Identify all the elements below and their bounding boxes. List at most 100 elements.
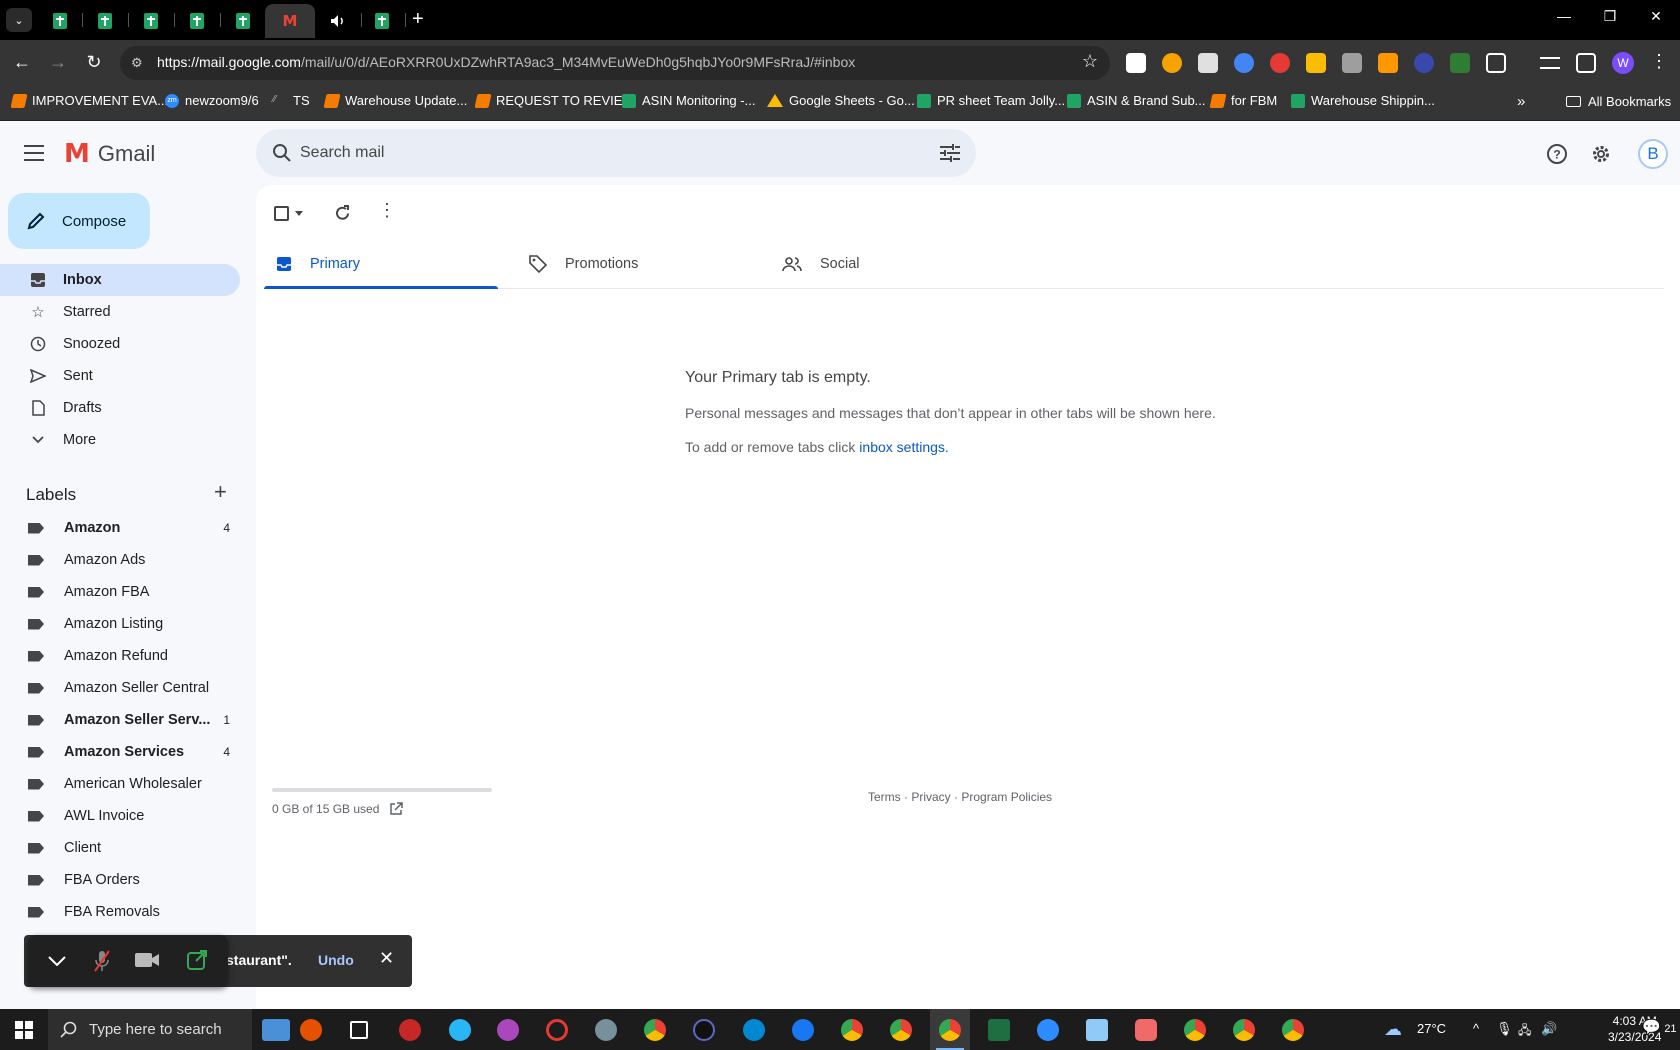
app-icon[interactable]	[399, 1019, 421, 1041]
external-link-icon[interactable]	[389, 802, 404, 816]
reload-button[interactable]: ↻	[82, 51, 106, 73]
app-icon[interactable]	[262, 1019, 290, 1041]
bookmarks-overflow-icon[interactable]: »	[1517, 93, 1525, 110]
mic-muted-icon[interactable]	[94, 949, 110, 973]
taskbar-search[interactable]: Type here to search	[48, 1009, 252, 1050]
extension-icon[interactable]	[1414, 53, 1434, 73]
label-item[interactable]: Amazon FBA	[0, 576, 240, 608]
app-icon[interactable]	[1086, 1019, 1108, 1041]
notification-center[interactable]: 💬 21	[1642, 1018, 1677, 1036]
task-view-icon[interactable]	[350, 1021, 368, 1039]
minimize-button[interactable]: —	[1544, 8, 1584, 24]
chrome-icon[interactable]	[1233, 1019, 1255, 1041]
opera-icon[interactable]	[546, 1019, 568, 1041]
browser-tab-active-gmail[interactable]: M	[265, 4, 315, 38]
side-panel-icon[interactable]	[1576, 53, 1596, 73]
label-item[interactable]: AWL Invoice	[0, 800, 240, 832]
all-bookmarks-button[interactable]: All Bookmarks	[1566, 94, 1671, 109]
undo-button[interactable]: Undo	[318, 952, 354, 968]
inbox-settings-link[interactable]: inbox settings.	[859, 439, 949, 455]
search-icon[interactable]	[270, 141, 294, 165]
settings-gear-icon[interactable]	[1590, 143, 1612, 165]
help-icon[interactable]: ?	[1546, 143, 1568, 165]
tab-promotions[interactable]: Promotions	[517, 239, 751, 289]
label-item[interactable]: Amazon 4	[0, 512, 240, 544]
extension-icon[interactable]	[1198, 53, 1218, 73]
nav-snoozed[interactable]: Snoozed	[0, 328, 240, 360]
qr-extension-icon[interactable]	[1126, 53, 1146, 73]
skype-icon[interactable]	[743, 1019, 765, 1041]
windows-start-icon[interactable]	[15, 1021, 33, 1039]
microphone-icon[interactable]: 🎙	[1496, 1021, 1513, 1037]
select-all-checkbox[interactable]	[274, 206, 303, 221]
chrome-icon[interactable]	[1184, 1019, 1206, 1041]
extension-icon[interactable]	[1162, 53, 1182, 73]
app-icon[interactable]	[1135, 1019, 1157, 1041]
main-menu-icon[interactable]	[24, 145, 44, 166]
bookmark-item[interactable]: ⁄⁄ TS	[273, 93, 310, 108]
bookmark-item[interactable]: zm newzoom9/6	[165, 93, 259, 108]
browser-tab[interactable]	[221, 4, 265, 38]
bookmark-item[interactable]: Google Sheets - Go...	[767, 93, 915, 108]
bookmark-item[interactable]: Warehouse Update...	[323, 93, 467, 108]
clock-app-icon[interactable]	[693, 1019, 715, 1041]
nav-starred[interactable]: ☆ Starred	[0, 296, 240, 328]
nav-more[interactable]: More	[0, 424, 240, 456]
extension-icon[interactable]	[1378, 53, 1398, 73]
browser-menu-icon[interactable]: ⋮	[1650, 51, 1668, 72]
browser-profile-avatar[interactable]: W	[1612, 52, 1634, 74]
label-item[interactable]: Amazon Seller Serv... 1	[0, 704, 240, 736]
label-item[interactable]: American Wholesaler	[0, 768, 240, 800]
extension-icon[interactable]	[1342, 53, 1362, 73]
url-text[interactable]: https://mail.google.com/mail/u/0/d/AEoRX…	[157, 54, 855, 70]
compose-button[interactable]: Compose	[8, 193, 150, 249]
nav-sent[interactable]: Sent	[0, 360, 240, 392]
share-screen-icon[interactable]	[186, 949, 208, 971]
chrome-icon[interactable]	[1282, 1019, 1304, 1041]
more-actions-icon[interactable]: ⋮	[378, 200, 396, 221]
weather-temperature[interactable]: 27°C	[1417, 1021, 1446, 1036]
close-icon[interactable]: ✕	[379, 948, 394, 969]
extension-icon[interactable]	[1450, 53, 1470, 73]
extension-icon[interactable]	[1270, 53, 1290, 73]
excel-icon[interactable]	[988, 1019, 1010, 1041]
bookmark-item[interactable]: IMPROVEMENT EVA...	[10, 93, 168, 108]
bookmark-item[interactable]: ASIN Monitoring -...	[622, 93, 755, 108]
label-item[interactable]: Amazon Services 4	[0, 736, 240, 768]
browser-tab[interactable]	[83, 4, 127, 38]
network-icon[interactable]: 🖧	[1518, 1021, 1531, 1042]
gmail-logo[interactable]: M Gmail	[64, 141, 155, 167]
browser-tab[interactable]	[316, 4, 360, 38]
label-item[interactable]: FBA Removals	[0, 896, 240, 928]
refresh-icon[interactable]	[334, 205, 351, 222]
weather-cloud-icon[interactable]: ☁	[1384, 1019, 1402, 1040]
messenger-icon[interactable]	[497, 1019, 519, 1041]
nav-inbox[interactable]: Inbox	[0, 264, 240, 296]
label-item[interactable]: Amazon Listing	[0, 608, 240, 640]
browser-tab[interactable]	[129, 4, 173, 38]
bookmark-item[interactable]: REQUEST TO REVIE...	[474, 93, 633, 108]
extensions-puzzle-icon[interactable]	[1486, 53, 1506, 73]
tray-overflow-icon[interactable]: ^	[1473, 1021, 1479, 1036]
app-icon[interactable]	[595, 1019, 617, 1041]
program-policies-link[interactable]: Program Policies	[961, 790, 1052, 804]
basketball-icon[interactable]	[300, 1019, 322, 1041]
add-label-button[interactable]: +	[214, 479, 227, 505]
camera-icon[interactable]	[134, 951, 160, 969]
bookmark-star-icon[interactable]: ☆	[1082, 51, 1098, 72]
label-item[interactable]: Amazon Refund	[0, 640, 240, 672]
chrome-icon[interactable]	[644, 1019, 666, 1041]
privacy-link[interactable]: Privacy	[911, 790, 950, 804]
bookmark-item[interactable]: ASIN & Brand Sub...	[1067, 93, 1206, 108]
search-input[interactable]	[300, 141, 860, 165]
label-item[interactable]: Amazon Seller Central	[0, 672, 240, 704]
site-info-icon[interactable]: ⚙	[131, 55, 143, 71]
bookmark-item[interactable]: Warehouse Shippin...	[1291, 93, 1435, 108]
bookmark-item[interactable]: for FBM	[1209, 93, 1277, 108]
tab-social[interactable]: Social	[770, 239, 1004, 289]
browser-tab[interactable]	[175, 4, 219, 38]
extension-icon[interactable]	[1234, 53, 1254, 73]
zoom-icon[interactable]	[1037, 1019, 1059, 1041]
facebook-icon[interactable]	[792, 1019, 814, 1041]
media-controls-icon[interactable]	[1540, 57, 1560, 69]
